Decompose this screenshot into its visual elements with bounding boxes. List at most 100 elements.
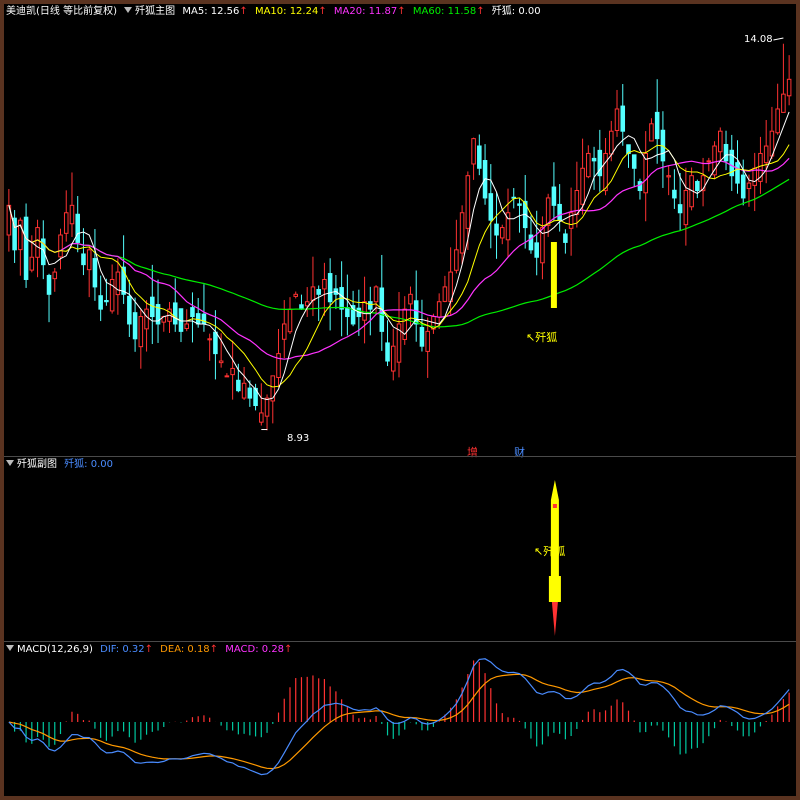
candle-down: [488, 193, 494, 221]
candle-down: [494, 223, 499, 236]
candle-down: [551, 186, 557, 206]
candle-up: [746, 182, 752, 190]
dif-value: DIF: 0.32↑: [100, 644, 153, 655]
candle-down: [419, 326, 425, 347]
candle-down: [127, 295, 132, 325]
candle-down: [517, 203, 522, 206]
main-signal-label: ↖歼狐: [526, 331, 558, 344]
candle-up: [281, 323, 287, 340]
candle-up: [649, 123, 654, 142]
sub-signal-label: ↖歼狐: [534, 545, 566, 558]
candle-up: [184, 323, 190, 330]
candle-down: [316, 289, 321, 295]
candle-up: [69, 204, 75, 225]
candle-down: [190, 307, 195, 318]
candle-down: [477, 145, 482, 169]
candle-up: [614, 108, 620, 131]
main-signal-bar: [550, 242, 557, 308]
candle-down: [81, 253, 86, 266]
candle-down: [723, 143, 729, 162]
candle-up: [454, 249, 459, 271]
high-price-label: 14.08: [744, 34, 773, 45]
candle-up: [304, 301, 310, 307]
candle-down: [637, 181, 643, 192]
candle-up: [293, 293, 299, 297]
candle-up: [144, 308, 149, 330]
candle-down: [695, 181, 700, 192]
candle-down: [735, 162, 740, 184]
sub-signal-value: 歼狐: 0.00: [64, 459, 114, 470]
event-tag-zeng[interactable]: 增: [467, 444, 478, 460]
candle-up: [608, 130, 614, 155]
candle-up: [718, 130, 723, 153]
candle-up: [706, 160, 712, 163]
candle-up: [224, 375, 230, 378]
candle-up: [29, 256, 35, 271]
candle-down: [247, 387, 253, 399]
panel-divider[interactable]: [4, 456, 796, 457]
candle-down: [345, 307, 350, 318]
candle-up: [63, 212, 69, 234]
candle-up: [390, 345, 396, 372]
candle-up: [207, 338, 212, 341]
candle-up: [459, 212, 465, 254]
candle-down: [557, 203, 562, 221]
candle-down: [75, 213, 80, 243]
candle-down: [677, 204, 683, 214]
candle-up: [218, 360, 224, 364]
candle-down: [327, 273, 333, 303]
macd-panel-header: MACD(12,26,9) DIF: 0.32↑ DEA: 0.18↑ MACD…: [6, 644, 296, 656]
candle-up: [115, 271, 121, 296]
candle-up: [586, 152, 591, 178]
candle-down: [385, 342, 390, 362]
macd-title[interactable]: MACD(12,26,9): [17, 644, 93, 655]
signal-arrow-icon: ↖: [534, 545, 544, 558]
collapse-sub-indicator-icon[interactable]: [6, 460, 14, 466]
candle-down: [631, 154, 637, 169]
candle-up: [259, 412, 264, 423]
candle-up: [442, 286, 448, 302]
event-tag-cai[interactable]: 财: [514, 444, 525, 460]
candle-down: [132, 312, 138, 340]
candle-up: [436, 301, 442, 318]
candle-down: [654, 111, 660, 140]
rocket-booster: [548, 576, 561, 602]
candle-down: [201, 313, 207, 325]
candle-down: [104, 300, 109, 303]
price-chart-canvas[interactable]: [4, 4, 796, 796]
candle-up: [264, 397, 270, 417]
rocket-flame: [551, 602, 558, 636]
candle-up: [465, 175, 471, 229]
candle-up: [86, 249, 92, 271]
candle-up: [287, 308, 293, 333]
candle-up: [35, 227, 40, 258]
candle-up: [781, 93, 786, 113]
panel-divider[interactable]: [4, 641, 796, 642]
candle-down: [195, 313, 201, 325]
sub-indicator-name[interactable]: 歼狐副图: [17, 459, 57, 470]
candle-down: [534, 242, 539, 258]
candle-up: [230, 367, 235, 376]
candle-down: [236, 379, 241, 392]
candle-up: [276, 353, 281, 378]
candle-up: [425, 330, 430, 352]
candle-down: [591, 157, 597, 162]
candle-up: [683, 190, 689, 226]
candle-down: [23, 216, 29, 280]
candle-up: [322, 278, 327, 290]
signal-arrow-icon: ↖: [526, 331, 536, 344]
macd-value: MACD: 0.28↑: [225, 644, 293, 655]
collapse-macd-icon[interactable]: [6, 645, 14, 651]
candle-up: [58, 234, 63, 258]
candle-up: [603, 152, 608, 192]
candle-up: [471, 138, 476, 165]
candle-up: [241, 382, 247, 399]
candle-up: [786, 78, 792, 97]
dea-value: DEA: 0.18↑: [160, 644, 219, 655]
candle-up: [666, 175, 671, 178]
candle-down: [672, 189, 677, 199]
candle-down: [213, 331, 218, 355]
candle-up: [580, 167, 585, 205]
candle-up: [775, 108, 780, 134]
rocket-nose: [550, 480, 559, 500]
